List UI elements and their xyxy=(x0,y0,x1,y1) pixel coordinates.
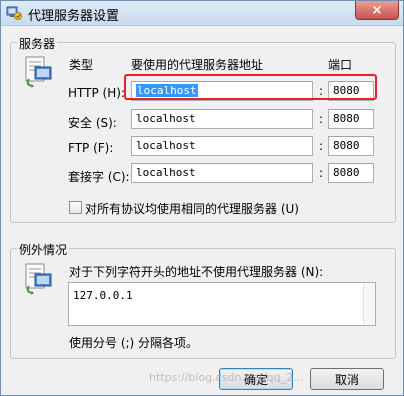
ftp-address-value: localhost xyxy=(136,139,196,152)
socks-label: 套接字 (C): xyxy=(68,170,130,184)
ftp-port-input[interactable]: 8080 xyxy=(328,136,374,156)
secure-port-value: 8080 xyxy=(333,112,360,125)
close-button[interactable]: × xyxy=(355,1,399,20)
exceptions-icon xyxy=(25,263,52,295)
ftp-address-input[interactable]: localhost xyxy=(131,136,313,156)
highlight-box xyxy=(124,74,377,100)
title-bar[interactable]: 代理服务器设置 × xyxy=(1,1,403,26)
secure-port-input[interactable]: 8080 xyxy=(328,109,374,129)
secure-label: 安全 (S): xyxy=(68,116,117,130)
type-column-header: 类型 xyxy=(69,58,94,72)
secure-colon: : xyxy=(319,112,324,126)
exceptions-hint: 使用分号 (;) 分隔各项。 xyxy=(69,336,199,350)
socks-colon: : xyxy=(319,166,324,180)
exceptions-description: 对于下列字符开头的地址不使用代理服务器 (N): xyxy=(69,265,324,279)
socks-port-value: 8080 xyxy=(333,166,360,179)
socks-address-value: localhost xyxy=(136,166,196,179)
close-icon: × xyxy=(371,2,383,18)
same-proxy-label[interactable]: 对所有协议均使用相同的代理服务器 (U) xyxy=(85,200,299,217)
exceptions-group-title: 例外情况 xyxy=(17,241,70,258)
servers-group-title: 服务器 xyxy=(17,35,58,52)
proxy-settings-dialog: 代理服务器设置 × 服务器 类型 要使用的代理服务器地址 端口 HTTP (H)… xyxy=(0,0,404,396)
secure-address-input[interactable]: localhost xyxy=(131,109,313,129)
watermark: https://blog.csdn.net/qq_2... xyxy=(149,371,304,384)
network-settings-icon xyxy=(6,6,22,20)
address-column-header: 要使用的代理服务器地址 xyxy=(131,58,264,72)
cancel-button[interactable]: 取消 xyxy=(310,368,384,390)
proxy-server-icon xyxy=(25,56,52,88)
exceptions-textarea[interactable]: 127.0.0.1 xyxy=(68,282,376,326)
ftp-label: FTP (F): xyxy=(68,141,114,155)
http-label: HTTP (H): xyxy=(68,86,125,100)
dialog-body: 服务器 类型 要使用的代理服务器地址 端口 HTTP (H): localhos… xyxy=(1,26,403,395)
socks-port-input[interactable]: 8080 xyxy=(328,163,374,183)
same-proxy-checkbox[interactable] xyxy=(69,201,82,214)
ftp-port-value: 8080 xyxy=(333,139,360,152)
window-title: 代理服务器设置 xyxy=(28,9,120,24)
exceptions-scrollbar[interactable] xyxy=(363,283,375,325)
cancel-button-label: 取消 xyxy=(334,372,359,387)
secure-address-value: localhost xyxy=(136,112,196,125)
port-column-header: 端口 xyxy=(328,58,353,72)
exceptions-value: 127.0.0.1 xyxy=(73,289,133,302)
socks-address-input[interactable]: localhost xyxy=(131,163,313,183)
ftp-colon: : xyxy=(319,139,324,153)
